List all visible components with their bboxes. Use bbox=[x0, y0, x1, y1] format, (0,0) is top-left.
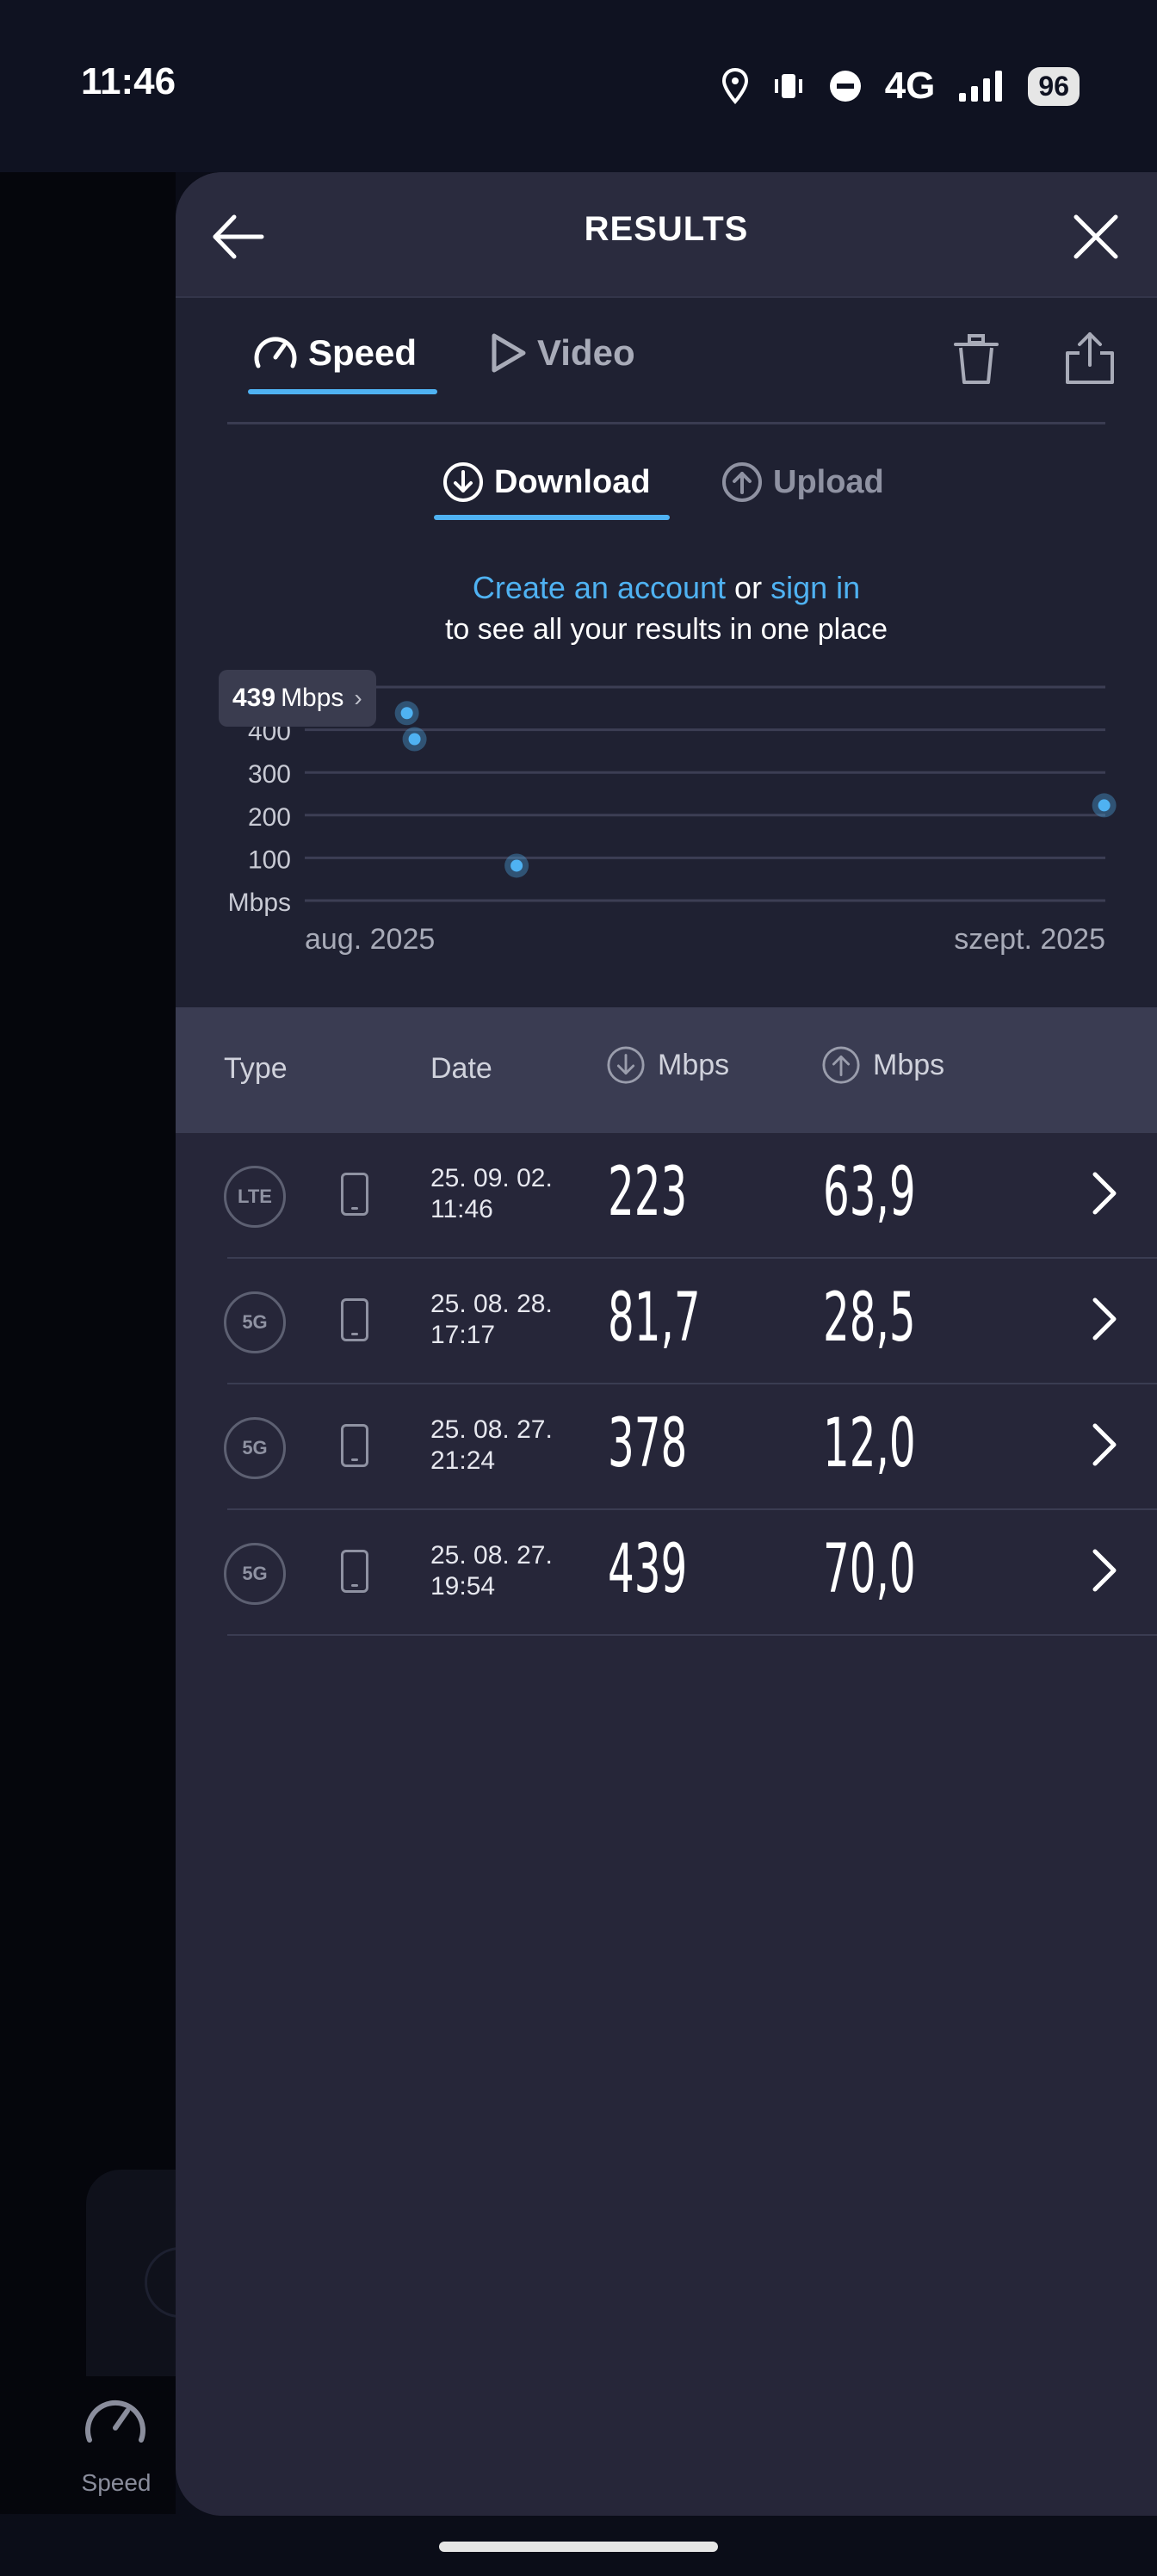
trash-icon[interactable] bbox=[950, 332, 1002, 387]
chevron-right-icon[interactable] bbox=[1086, 1293, 1121, 1345]
results-sheet: RESULTS Speed Video Download Upload Crea… bbox=[176, 172, 1157, 2516]
close-icon[interactable] bbox=[1066, 207, 1126, 267]
phone-icon bbox=[341, 1424, 368, 1467]
row-download-value: 81,7 bbox=[608, 1279, 701, 1357]
tab-speed-label: Speed bbox=[308, 332, 418, 373]
network-type: 4G bbox=[884, 65, 936, 107]
page-title: RESULTS bbox=[584, 210, 749, 248]
share-icon[interactable] bbox=[1062, 329, 1117, 387]
tooltip-value: 439 bbox=[232, 684, 276, 712]
y-tick-label: 300 bbox=[248, 760, 291, 789]
row-time: 21:24 bbox=[430, 1446, 496, 1475]
data-point bbox=[510, 859, 523, 872]
table-row[interactable]: LTE 25. 09. 02. 11:46 223 63,9 bbox=[176, 1133, 1157, 1259]
table-row[interactable]: 5G 25. 08. 28. 17:17 81,7 28,5 bbox=[176, 1259, 1157, 1384]
tooltip-unit: Mbps bbox=[281, 684, 344, 712]
tabs-divider bbox=[227, 422, 1105, 424]
status-icons: 4G 96 bbox=[721, 60, 1080, 112]
subtab-upload-label: Upload bbox=[773, 463, 884, 500]
battery-indicator: 96 bbox=[1028, 66, 1080, 106]
status-bar: 11:46 4G 96 bbox=[0, 0, 1157, 172]
table-row[interactable]: 5G 25. 08. 27. 19:54 439 70,0 bbox=[176, 1510, 1157, 1636]
chart-tooltip[interactable]: 439 Mbps › bbox=[219, 670, 376, 727]
subtab-download-label: Download bbox=[494, 463, 651, 500]
header-upload: Mbps bbox=[821, 1045, 944, 1085]
sheet-header: RESULTS bbox=[176, 172, 1157, 298]
row-upload-value: 70,0 bbox=[823, 1531, 916, 1608]
upload-arrow-icon bbox=[722, 462, 762, 502]
results-top-area: Speed Video Download Upload Create an ac… bbox=[176, 298, 1157, 1007]
network-type-badge: LTE bbox=[224, 1166, 286, 1228]
y-tick-label: 100 bbox=[248, 845, 291, 874]
row-time: 11:46 bbox=[430, 1195, 493, 1223]
active-subtab-indicator bbox=[434, 515, 670, 520]
speedometer-icon[interactable] bbox=[83, 2392, 148, 2452]
subtab-download[interactable]: Download bbox=[442, 461, 651, 503]
x-tick-label: aug. 2025 bbox=[305, 923, 435, 956]
nav-speed-label[interactable]: Speed bbox=[52, 2469, 181, 2497]
network-type-badge: 5G bbox=[224, 1417, 286, 1479]
sign-in-link[interactable]: sign in bbox=[770, 570, 860, 605]
data-point bbox=[1098, 799, 1111, 812]
row-date: 25. 08. 27. bbox=[430, 1541, 553, 1570]
active-tab-indicator bbox=[248, 389, 437, 394]
download-arrow-icon bbox=[607, 1046, 645, 1084]
tab-video[interactable]: Video bbox=[489, 332, 635, 374]
signal-icon bbox=[959, 71, 1003, 102]
row-upload-value: 28,5 bbox=[823, 1279, 916, 1357]
dnd-icon bbox=[829, 71, 861, 102]
chevron-right-icon[interactable] bbox=[1086, 1167, 1121, 1219]
data-point bbox=[408, 733, 421, 746]
speedometer-icon bbox=[254, 337, 297, 368]
tab-speed[interactable]: Speed bbox=[253, 332, 417, 374]
phone-icon bbox=[341, 1298, 368, 1341]
table-row[interactable]: 5G 25. 08. 27. 21:24 378 12,0 bbox=[176, 1384, 1157, 1510]
create-account-link[interactable]: Create an account bbox=[473, 570, 726, 605]
row-divider bbox=[227, 1634, 1157, 1636]
header-download-unit: Mbps bbox=[658, 1048, 730, 1081]
tab-video-label: Video bbox=[537, 332, 635, 373]
background-app bbox=[0, 172, 176, 2514]
header-download: Mbps bbox=[606, 1045, 729, 1085]
x-tick-label: szept. 2025 bbox=[954, 923, 1105, 956]
data-point bbox=[400, 707, 413, 720]
row-download-value: 378 bbox=[608, 1405, 688, 1483]
row-upload-value: 63,9 bbox=[823, 1154, 916, 1231]
results-table-header: Type Date Mbps Mbps bbox=[176, 1007, 1157, 1133]
network-type-badge: 5G bbox=[224, 1291, 286, 1353]
y-tick-label: 200 bbox=[248, 803, 291, 832]
location-icon bbox=[721, 68, 748, 104]
vibrate-icon bbox=[774, 74, 802, 98]
download-arrow-icon bbox=[443, 462, 483, 502]
promo-subtitle: to see all your results in one place bbox=[444, 613, 888, 646]
status-time: 11:46 bbox=[81, 60, 176, 102]
row-download-value: 223 bbox=[608, 1154, 688, 1231]
upload-arrow-icon bbox=[822, 1046, 860, 1084]
phone-icon bbox=[341, 1173, 368, 1216]
play-icon bbox=[492, 333, 526, 373]
chevron-right-icon: › bbox=[354, 684, 362, 711]
row-date: 25. 08. 28. bbox=[430, 1290, 553, 1318]
row-date: 25. 08. 27. bbox=[430, 1415, 553, 1444]
header-upload-unit: Mbps bbox=[873, 1048, 945, 1081]
phone-icon bbox=[341, 1550, 368, 1593]
chevron-right-icon[interactable] bbox=[1086, 1545, 1121, 1596]
row-download-value: 439 bbox=[608, 1531, 688, 1608]
promo-or: or bbox=[734, 570, 763, 605]
header-type: Type bbox=[224, 1052, 288, 1085]
home-indicator[interactable] bbox=[439, 2542, 718, 2552]
network-type-badge: 5G bbox=[224, 1543, 286, 1605]
header-date: Date bbox=[430, 1052, 492, 1085]
speed-chart: 400 300 200 100 Mbps aug. 2025 szept. 2025 439… bbox=[176, 668, 1157, 995]
row-time: 17:17 bbox=[430, 1321, 496, 1349]
account-promo: Create an account or sign in bbox=[176, 570, 1157, 606]
subtab-upload[interactable]: Upload bbox=[721, 461, 884, 503]
row-upload-value: 12,0 bbox=[823, 1405, 916, 1483]
row-time: 19:54 bbox=[430, 1572, 496, 1601]
y-axis-label: Mbps bbox=[228, 889, 291, 917]
row-date: 25. 09. 02. bbox=[430, 1164, 553, 1192]
chevron-right-icon[interactable] bbox=[1086, 1419, 1121, 1471]
